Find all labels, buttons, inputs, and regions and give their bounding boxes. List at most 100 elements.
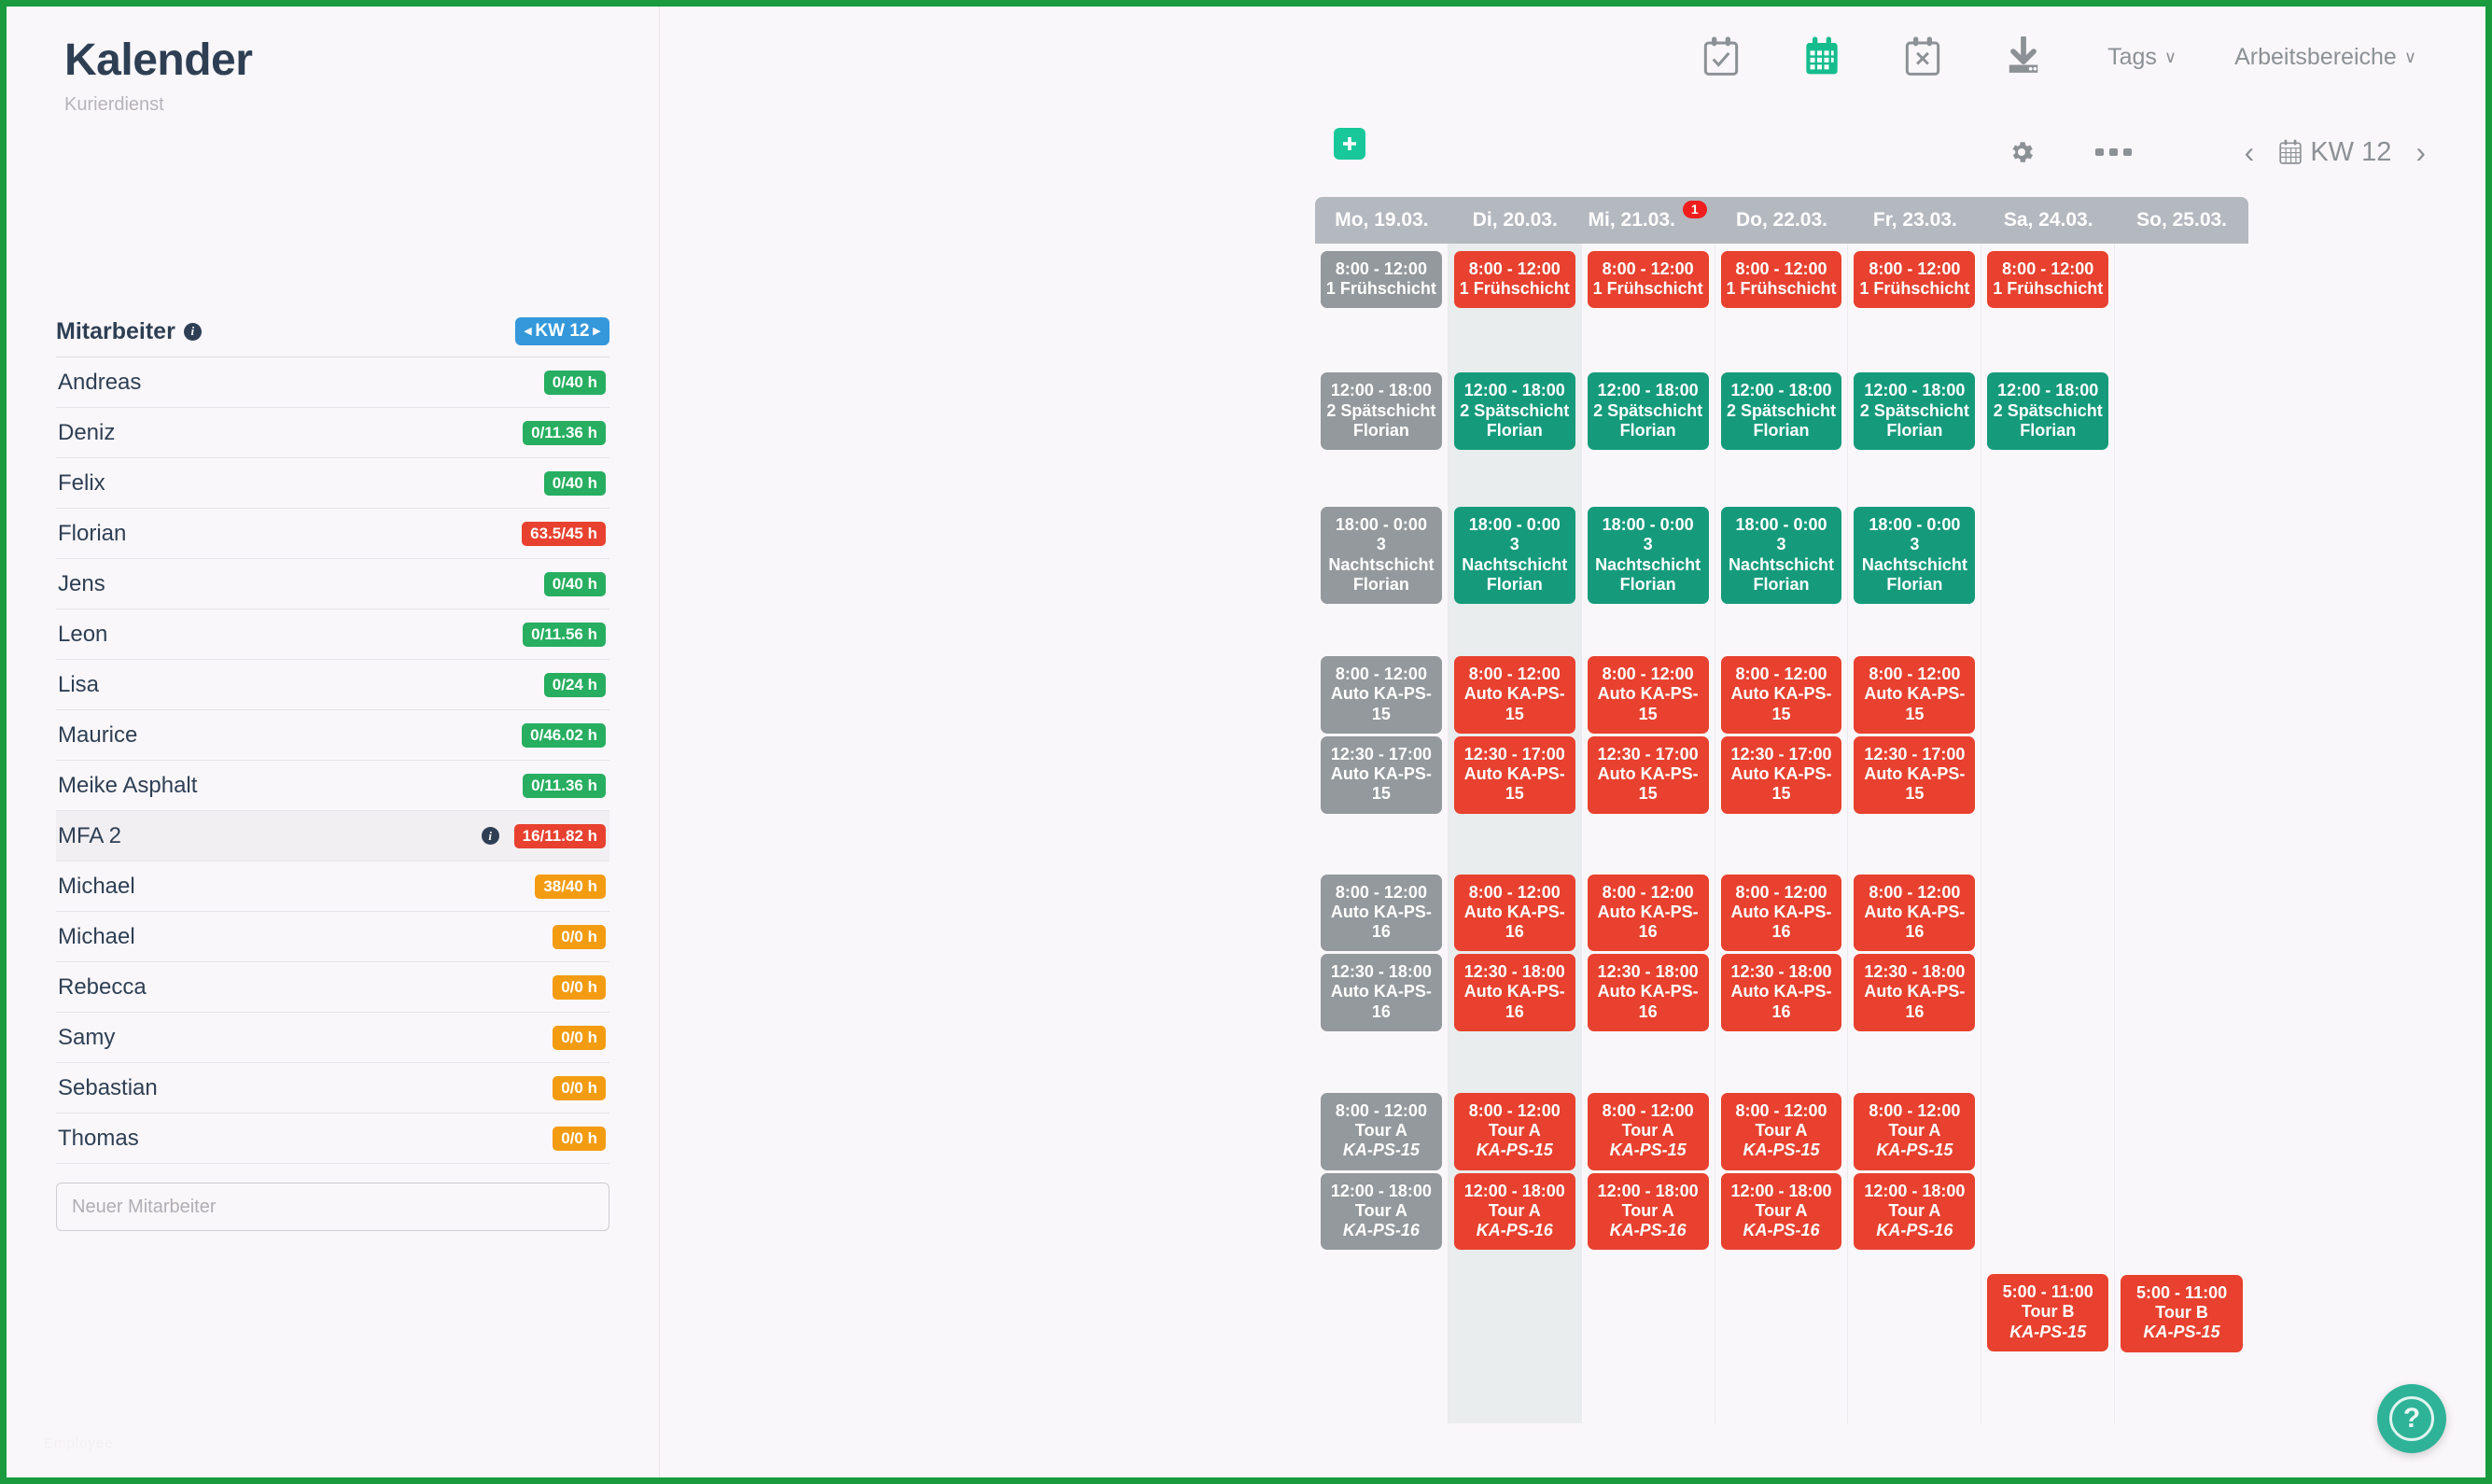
shift-block[interactable]: 8:00 - 12:00Auto KA-PS-15 [1854, 656, 1975, 734]
employee-row[interactable]: Michael0/0 h [56, 912, 609, 962]
shift-block[interactable]: 12:30 - 17:00Auto KA-PS-15 [1588, 736, 1709, 814]
day-header[interactable]: Mo, 19.03. [1315, 197, 1449, 244]
employee-row[interactable]: Thomas0/0 h [56, 1113, 609, 1164]
employee-row[interactable]: Lisa0/24 h [56, 660, 609, 710]
shift-block[interactable]: 12:30 - 17:00Auto KA-PS-15 [1854, 736, 1975, 814]
more-options-icon[interactable] [2093, 146, 2135, 159]
shift-block[interactable]: 12:30 - 17:00Auto KA-PS-15 [1321, 736, 1442, 814]
sidebar-week-button[interactable]: ◂ KW 12 ▸ [515, 317, 609, 345]
shift-block[interactable]: 18:00 - 0:003 NachtschichtFlorian [1854, 507, 1975, 604]
shift-block[interactable]: 8:00 - 12:00Auto KA-PS-16 [1854, 875, 1975, 952]
employee-row[interactable]: Sebastian0/0 h [56, 1063, 609, 1113]
shift-block[interactable]: 12:00 - 18:002 SpätschichtFlorian [1321, 372, 1442, 450]
shift-block[interactable]: 8:00 - 12:00Tour AKA-PS-15 [1454, 1093, 1575, 1170]
shift-block[interactable]: 12:00 - 18:00Tour AKA-PS-16 [1321, 1173, 1442, 1251]
shift-block[interactable]: 8:00 - 12:00Auto KA-PS-16 [1321, 875, 1442, 952]
next-week-button[interactable]: › [2408, 135, 2433, 170]
add-shift-button[interactable] [1334, 128, 1365, 160]
calendar-x-icon[interactable] [1897, 31, 1949, 83]
shift-block[interactable]: 8:00 - 12:00Tour AKA-PS-15 [1721, 1093, 1842, 1170]
tags-label: Tags [2107, 44, 2157, 71]
shift-block[interactable]: 12:00 - 18:002 SpätschichtFlorian [1454, 372, 1575, 450]
employee-row[interactable]: Andreas0/40 h [56, 357, 609, 408]
day-column[interactable]: 8:00 - 12:001 Frühschicht 12:00 - 18:002 … [1449, 244, 1582, 1423]
day-column[interactable]: 8:00 - 12:001 Frühschicht 12:00 - 18:002 … [1715, 244, 1849, 1423]
shift-block[interactable]: 8:00 - 12:00Tour AKA-PS-15 [1321, 1093, 1442, 1170]
shift-block[interactable]: 8:00 - 12:00Auto KA-PS-15 [1454, 656, 1575, 734]
employee-row[interactable]: Florian63.5/45 h [56, 509, 609, 559]
shift-block[interactable]: 8:00 - 12:00Auto KA-PS-15 [1721, 656, 1842, 734]
day-alert-badge[interactable]: 1 [1683, 201, 1707, 218]
employee-row[interactable]: Jens0/40 h [56, 559, 609, 609]
employee-row[interactable]: Felix0/40 h [56, 458, 609, 509]
shift-block[interactable]: 5:00 - 11:00Tour BKA-PS-15 [2121, 1275, 2243, 1352]
shift-block[interactable]: 12:00 - 18:00Tour AKA-PS-16 [1454, 1173, 1575, 1251]
employee-row[interactable]: Michael38/40 h [56, 861, 609, 912]
shift-block[interactable]: 8:00 - 12:00Auto KA-PS-16 [1721, 875, 1842, 952]
shift-block[interactable]: 12:00 - 18:00Tour AKA-PS-16 [1588, 1173, 1709, 1251]
employee-row[interactable]: Rebecca0/0 h [56, 962, 609, 1013]
day-column[interactable]: 8:00 - 12:001 Frühschicht 12:00 - 18:002 … [1582, 244, 1715, 1423]
download-icon[interactable] [1997, 31, 2050, 83]
employee-row[interactable]: Deniz0/11.36 h [56, 408, 609, 458]
workspaces-dropdown[interactable]: Arbeitsbereiche ∨ [2234, 44, 2416, 71]
day-header[interactable]: Do, 22.03. [1715, 197, 1849, 244]
new-employee-input[interactable] [56, 1183, 609, 1231]
shift-block[interactable]: 12:30 - 18:00Auto KA-PS-16 [1854, 954, 1975, 1031]
gear-icon[interactable] [2008, 138, 2036, 166]
shift-block[interactable]: 8:00 - 12:00Tour AKA-PS-15 [1854, 1093, 1975, 1170]
shift-block[interactable]: 8:00 - 12:001 Frühschicht [1321, 251, 1442, 308]
shift-block[interactable]: 12:30 - 18:00Auto KA-PS-16 [1721, 954, 1842, 1031]
calendar-grid-icon[interactable] [1796, 31, 1848, 83]
tags-dropdown[interactable]: Tags ∨ [2107, 44, 2177, 71]
day-header[interactable]: Di, 20.03. [1449, 197, 1582, 244]
shift-block[interactable]: 8:00 - 12:00Auto KA-PS-16 [1454, 875, 1575, 952]
shift-block[interactable]: 12:30 - 17:00Auto KA-PS-15 [1721, 736, 1842, 814]
shift-block[interactable]: 8:00 - 12:00Auto KA-PS-16 [1588, 875, 1709, 952]
shift-block[interactable]: 8:00 - 12:001 Frühschicht [1721, 251, 1842, 308]
shift-block[interactable]: 18:00 - 0:003 NachtschichtFlorian [1588, 507, 1709, 604]
shift-block[interactable]: 8:00 - 12:001 Frühschicht [1454, 251, 1575, 308]
shift-block[interactable]: 18:00 - 0:003 NachtschichtFlorian [1321, 507, 1442, 604]
day-column[interactable]: 5:00 - 11:00Tour BKA-PS-15 [2115, 244, 2248, 1423]
shift-block[interactable]: 12:00 - 18:002 SpätschichtFlorian [1987, 372, 2108, 450]
shift-block[interactable]: 12:00 - 18:00Tour AKA-PS-16 [1721, 1173, 1842, 1251]
shift-block[interactable]: 8:00 - 12:001 Frühschicht [1987, 251, 2108, 308]
day-column[interactable]: 8:00 - 12:001 Frühschicht 12:00 - 18:002 … [1981, 244, 2115, 1423]
shift-block[interactable]: 8:00 - 12:00Auto KA-PS-15 [1588, 656, 1709, 734]
previous-week-button[interactable]: ‹ [2237, 135, 2262, 170]
week-selector[interactable]: KW 12 [2278, 137, 2391, 168]
info-icon[interactable]: i [482, 827, 499, 845]
help-button[interactable]: ? [2377, 1384, 2446, 1453]
employee-row[interactable]: Samy0/0 h [56, 1013, 609, 1063]
employee-row[interactable]: Maurice0/46.02 h [56, 710, 609, 761]
shift-block[interactable]: 12:00 - 18:00Tour AKA-PS-16 [1854, 1173, 1975, 1251]
calendar-check-icon[interactable] [1695, 31, 1747, 83]
shift-block[interactable]: 5:00 - 11:00Tour BKA-PS-15 [1987, 1274, 2108, 1351]
day-header[interactable]: Fr, 23.03. [1848, 197, 1981, 244]
shift-block[interactable]: 18:00 - 0:003 NachtschichtFlorian [1454, 507, 1575, 604]
day-header[interactable]: Mi, 21.03.1 [1582, 197, 1715, 244]
shift-block[interactable]: 12:00 - 18:002 SpätschichtFlorian [1588, 372, 1709, 450]
shift-block[interactable]: 12:30 - 17:00Auto KA-PS-15 [1454, 736, 1575, 814]
shift-block[interactable]: 12:00 - 18:002 SpätschichtFlorian [1721, 372, 1842, 450]
shift-block[interactable]: 18:00 - 0:003 NachtschichtFlorian [1721, 507, 1842, 604]
employee-row[interactable]: MFA 2i16/11.82 h [56, 811, 609, 861]
shift-block[interactable]: 8:00 - 12:00Tour AKA-PS-15 [1588, 1093, 1709, 1170]
shift-block[interactable]: 12:30 - 18:00Auto KA-PS-16 [1454, 954, 1575, 1031]
shift-name: Tour B [2124, 1303, 2239, 1323]
day-header[interactable]: So, 25.03. [2115, 197, 2248, 244]
shift-block[interactable]: 12:00 - 18:002 SpätschichtFlorian [1854, 372, 1975, 450]
shift-block[interactable]: 8:00 - 12:001 Frühschicht [1588, 251, 1709, 308]
employee-name: Meike Asphalt [58, 773, 197, 799]
shift-block[interactable]: 8:00 - 12:00Auto KA-PS-15 [1321, 656, 1442, 734]
shift-block[interactable]: 12:30 - 18:00Auto KA-PS-16 [1321, 954, 1442, 1031]
employee-row[interactable]: Meike Asphalt0/11.36 h [56, 761, 609, 811]
day-column[interactable]: 8:00 - 12:001 Frühschicht 12:00 - 18:002 … [1315, 244, 1449, 1423]
day-header[interactable]: Sa, 24.03. [1981, 197, 2115, 244]
shift-block[interactable]: 12:30 - 18:00Auto KA-PS-16 [1588, 954, 1709, 1031]
info-icon[interactable]: i [184, 323, 202, 341]
day-column[interactable]: 8:00 - 12:001 Frühschicht 12:00 - 18:002 … [1848, 244, 1981, 1423]
employee-row[interactable]: Leon0/11.56 h [56, 609, 609, 660]
shift-block[interactable]: 8:00 - 12:001 Frühschicht [1854, 251, 1975, 308]
